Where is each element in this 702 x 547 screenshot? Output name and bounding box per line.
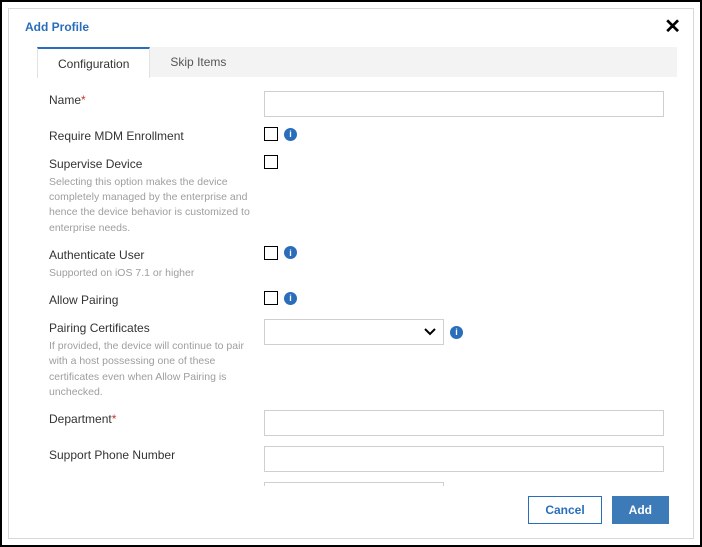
require-mdm-label: Require MDM Enrollment	[49, 129, 184, 143]
required-marker: *	[112, 412, 117, 426]
require-mdm-checkbox[interactable]	[264, 127, 278, 141]
dialog-titlebar: Add Profile ✕	[9, 9, 693, 43]
info-icon[interactable]: i	[284, 128, 297, 141]
allow-pairing-label: Allow Pairing	[49, 293, 118, 307]
dialog-footer: Cancel Add	[9, 486, 693, 538]
row-support-phone: Support Phone Number	[49, 446, 677, 472]
support-phone-label: Support Phone Number	[49, 448, 175, 462]
tab-skip-items[interactable]: Skip Items	[150, 47, 246, 77]
pairing-certs-label: Pairing Certificates	[49, 321, 150, 335]
info-icon[interactable]: i	[450, 326, 463, 339]
department-input[interactable]	[264, 410, 664, 436]
row-department: Department*	[49, 410, 677, 436]
row-allow-pairing: Allow Pairing i	[49, 291, 677, 309]
row-pairing-certs: Pairing Certificates If provided, the de…	[49, 319, 677, 400]
tab-configuration[interactable]: Configuration	[37, 47, 150, 78]
cancel-button[interactable]: Cancel	[528, 496, 601, 524]
info-icon[interactable]: i	[284, 246, 297, 259]
info-icon[interactable]: i	[284, 292, 297, 305]
auth-user-label: Authenticate User	[49, 248, 144, 262]
name-input[interactable]	[264, 91, 664, 117]
add-profile-dialog: Add Profile ✕ Configuration Skip Items N…	[8, 8, 694, 539]
supervise-checkbox[interactable]	[264, 155, 278, 169]
tab-bar: Configuration Skip Items	[37, 47, 677, 77]
close-icon[interactable]: ✕	[664, 17, 681, 37]
tab-label: Skip Items	[170, 55, 226, 69]
name-label: Name*	[49, 93, 86, 107]
pairing-certs-help: If provided, the device will continue to…	[49, 339, 252, 400]
auth-user-checkbox[interactable]	[264, 246, 278, 260]
supervise-help: Selecting this option makes the device c…	[49, 175, 252, 236]
required-marker: *	[81, 93, 86, 107]
allow-pairing-checkbox[interactable]	[264, 291, 278, 305]
auth-user-help: Supported on iOS 7.1 or higher	[49, 266, 252, 281]
row-auth-user: Authenticate User Supported on iOS 7.1 o…	[49, 246, 677, 281]
configuration-form: Name* Require MDM Enrollment i Supervise…	[9, 77, 693, 486]
add-button[interactable]: Add	[612, 496, 669, 524]
tab-label: Configuration	[58, 57, 129, 71]
pairing-certs-select[interactable]	[264, 319, 444, 345]
row-name: Name*	[49, 91, 677, 117]
department-label: Department*	[49, 412, 116, 426]
support-phone-input[interactable]	[264, 446, 664, 472]
row-require-mdm: Require MDM Enrollment i	[49, 127, 677, 145]
supervise-label: Supervise Device	[49, 157, 142, 171]
assign-select[interactable]: None	[264, 482, 444, 486]
row-supervise: Supervise Device Selecting this option m…	[49, 155, 677, 236]
dialog-title: Add Profile	[25, 20, 89, 34]
